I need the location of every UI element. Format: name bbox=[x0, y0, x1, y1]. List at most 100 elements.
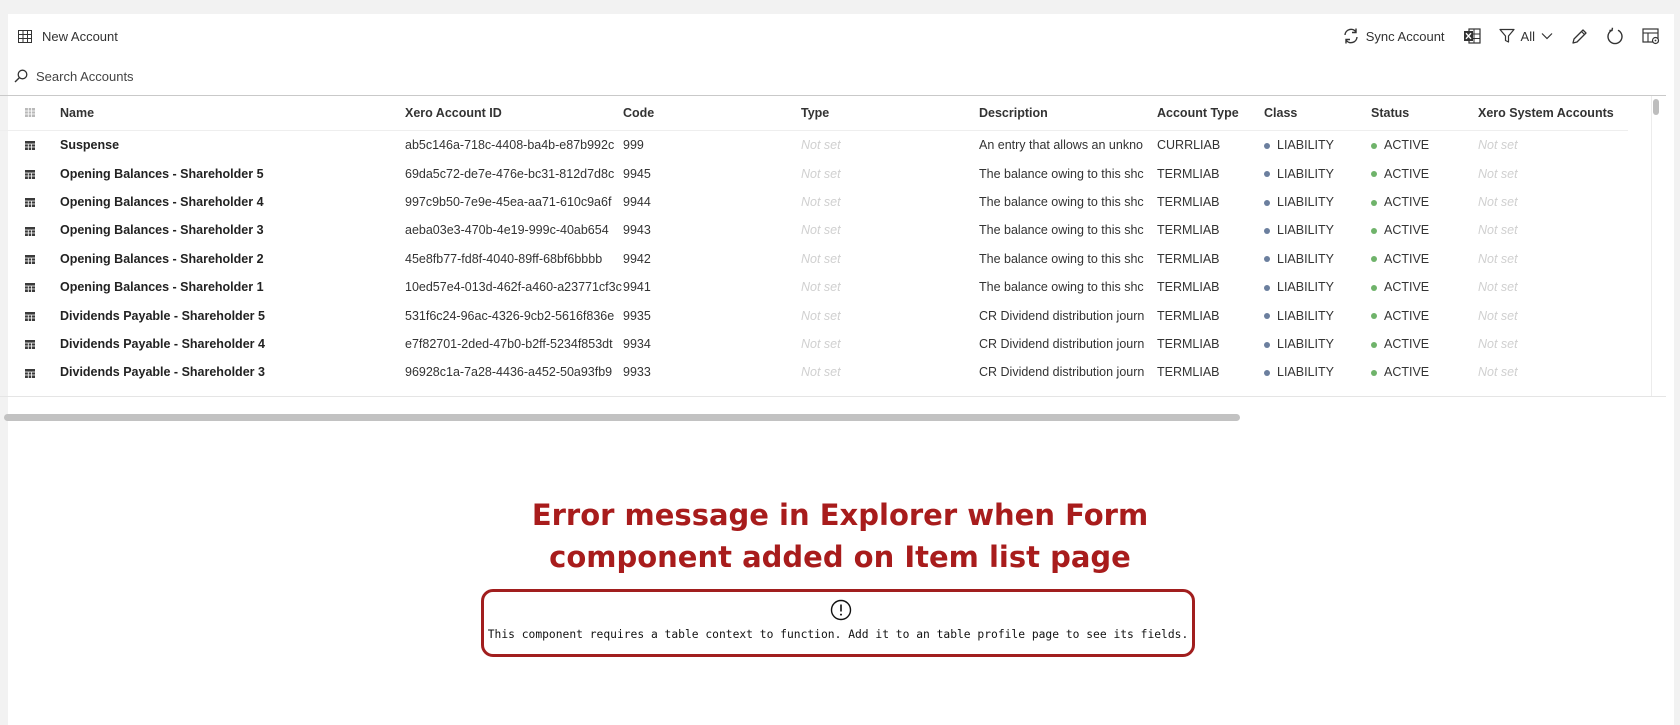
new-account-label: New Account bbox=[42, 28, 118, 44]
search-input[interactable] bbox=[36, 68, 436, 84]
class-label: LIABILITY bbox=[1277, 166, 1334, 181]
column-header-type[interactable]: Type bbox=[801, 96, 979, 131]
excel-export-button[interactable] bbox=[1463, 27, 1481, 45]
sync-account-button[interactable]: Sync Account bbox=[1342, 27, 1445, 45]
cell-name: Dividends Payable - Shareholder 5 bbox=[60, 308, 265, 323]
error-message-box: This component requires a table context … bbox=[481, 589, 1195, 657]
select-all-cell[interactable] bbox=[0, 96, 60, 131]
table-row[interactable]: Dividends Payable - Shareholder 4 e7f8270… bbox=[0, 330, 1628, 358]
cell-code: 999 bbox=[623, 138, 644, 153]
toolbar-actions: Sync Account All bbox=[1342, 24, 1660, 48]
cell-class: LIABILITY bbox=[1264, 330, 1371, 358]
annotation-line-2: component added on Item list page bbox=[549, 540, 1131, 574]
status-label: ACTIVE bbox=[1384, 138, 1430, 153]
cell-class: LIABILITY bbox=[1264, 188, 1371, 216]
cell-status: ACTIVE bbox=[1371, 188, 1478, 216]
cell-description: An entry that allows an unkno bbox=[979, 138, 1143, 153]
column-header-code[interactable]: Code bbox=[623, 96, 801, 131]
class-label: LIABILITY bbox=[1277, 365, 1334, 380]
cell-name: Opening Balances - Shareholder 5 bbox=[60, 166, 264, 181]
cell-type: Not set bbox=[801, 336, 841, 351]
row-select-cell[interactable] bbox=[0, 216, 60, 244]
annotation-line-1: Error message in Explorer when Form bbox=[531, 498, 1149, 532]
row-select-cell[interactable] bbox=[0, 245, 60, 273]
table-row[interactable]: Opening Balances - Shareholder 3 aeba03e3… bbox=[0, 216, 1628, 244]
filter-label: All bbox=[1520, 28, 1535, 44]
table-row[interactable]: Opening Balances - Shareholder 5 69da5c72… bbox=[0, 159, 1628, 187]
vertical-scroll-track[interactable] bbox=[1651, 96, 1660, 396]
table-row[interactable]: Opening Balances - Shareholder 4 997c9b50… bbox=[0, 188, 1628, 216]
cell-name: Dividends Payable - Shareholder 4 bbox=[60, 336, 265, 351]
status-label: ACTIVE bbox=[1384, 251, 1430, 266]
edit-button[interactable] bbox=[1571, 28, 1588, 45]
row-grid-icon bbox=[25, 169, 35, 179]
table-body: Suspense ab5c146a-718c-4408-ba4b-e87b992c… bbox=[0, 131, 1628, 387]
table-row[interactable]: Opening Balances - Shareholder 1 10ed57e4… bbox=[0, 273, 1628, 301]
class-label: LIABILITY bbox=[1277, 194, 1334, 209]
row-select-cell[interactable] bbox=[0, 159, 60, 187]
filter-dropdown[interactable]: All bbox=[1498, 28, 1553, 44]
cell-code: 9944 bbox=[623, 194, 651, 209]
column-header-class[interactable]: Class bbox=[1264, 96, 1371, 131]
error-message-text: This component requires a table context … bbox=[487, 628, 1189, 641]
cell-xero-id: 997c9b50-7e9e-45ea-aa71-610c9a6f bbox=[405, 194, 612, 209]
status-label: ACTIVE bbox=[1384, 308, 1430, 323]
cell-account-type: TERMLIAB bbox=[1157, 365, 1220, 380]
class-dot-icon bbox=[1264, 256, 1270, 263]
column-header-account-type[interactable]: Account Type bbox=[1157, 96, 1264, 131]
cell-type: Not set bbox=[801, 251, 841, 266]
row-select-cell[interactable] bbox=[0, 330, 60, 358]
cell-name: Suspense bbox=[60, 138, 120, 153]
row-select-cell[interactable] bbox=[0, 273, 60, 301]
column-header-xero-system[interactable]: Xero System Accounts bbox=[1478, 96, 1628, 131]
cell-xero-id: ab5c146a-718c-4408-ba4b-e87b992c bbox=[405, 138, 615, 153]
sync-icon bbox=[1344, 28, 1358, 44]
status-dot-icon bbox=[1371, 313, 1377, 320]
cell-xero-id: 531f6c24-96ac-4326-9cb2-5616f836e bbox=[405, 308, 615, 323]
table-row[interactable]: Opening Balances - Shareholder 2 45e8fb77… bbox=[0, 245, 1628, 273]
status-dot-icon bbox=[1371, 341, 1377, 348]
cell-description: The balance owing to this shc bbox=[979, 194, 1144, 209]
cell-account-type: TERMLIAB bbox=[1157, 223, 1220, 238]
horizontal-scrollbar[interactable] bbox=[4, 414, 1240, 421]
row-select-cell[interactable] bbox=[0, 131, 60, 160]
cell-class: LIABILITY bbox=[1264, 358, 1371, 386]
accounts-table: Name Xero Account ID Code Type Descripti… bbox=[0, 95, 1666, 397]
column-header-name[interactable]: Name bbox=[60, 96, 405, 131]
chevron-down-icon bbox=[1541, 33, 1553, 40]
status-dot-icon bbox=[1371, 228, 1377, 235]
table-row[interactable]: Dividends Payable - Shareholder 5 531f6c2… bbox=[0, 301, 1628, 329]
search-icon bbox=[14, 69, 28, 83]
row-grid-icon bbox=[25, 311, 35, 321]
pencil-icon bbox=[1572, 28, 1587, 44]
cell-class: LIABILITY bbox=[1264, 301, 1371, 329]
cell-description: The balance owing to this shc bbox=[979, 223, 1144, 238]
filter-icon bbox=[1498, 28, 1515, 43]
class-dot-icon bbox=[1264, 313, 1270, 320]
class-label: LIABILITY bbox=[1277, 223, 1334, 238]
table-row[interactable]: Dividends Payable - Shareholder 3 96928c1… bbox=[0, 358, 1628, 386]
class-label: LIABILITY bbox=[1277, 280, 1334, 295]
status-label: ACTIVE bbox=[1384, 166, 1430, 181]
row-select-cell[interactable] bbox=[0, 301, 60, 329]
status-label: ACTIVE bbox=[1384, 223, 1430, 238]
column-header-xero-id[interactable]: Xero Account ID bbox=[405, 96, 623, 131]
row-grid-icon bbox=[25, 283, 35, 293]
column-settings-button[interactable] bbox=[1642, 27, 1660, 45]
vertical-scrollbar[interactable] bbox=[1653, 99, 1659, 115]
refresh-button[interactable] bbox=[1606, 27, 1624, 45]
cell-xero-system: Not set bbox=[1478, 336, 1518, 351]
table-row[interactable]: Suspense ab5c146a-718c-4408-ba4b-e87b992c… bbox=[0, 131, 1628, 160]
column-header-description[interactable]: Description bbox=[979, 96, 1157, 131]
cell-account-type: CURRLIAB bbox=[1157, 138, 1221, 153]
cell-xero-system: Not set bbox=[1478, 166, 1518, 181]
status-dot-icon bbox=[1371, 370, 1377, 377]
new-account-button[interactable]: New Account bbox=[18, 26, 118, 46]
row-select-cell[interactable] bbox=[0, 358, 60, 386]
cell-class: LIABILITY bbox=[1264, 159, 1371, 187]
row-select-cell[interactable] bbox=[0, 188, 60, 216]
cell-status: ACTIVE bbox=[1371, 273, 1478, 301]
status-dot-icon bbox=[1371, 199, 1377, 206]
column-header-status[interactable]: Status bbox=[1371, 96, 1478, 131]
row-grid-icon bbox=[25, 368, 35, 378]
